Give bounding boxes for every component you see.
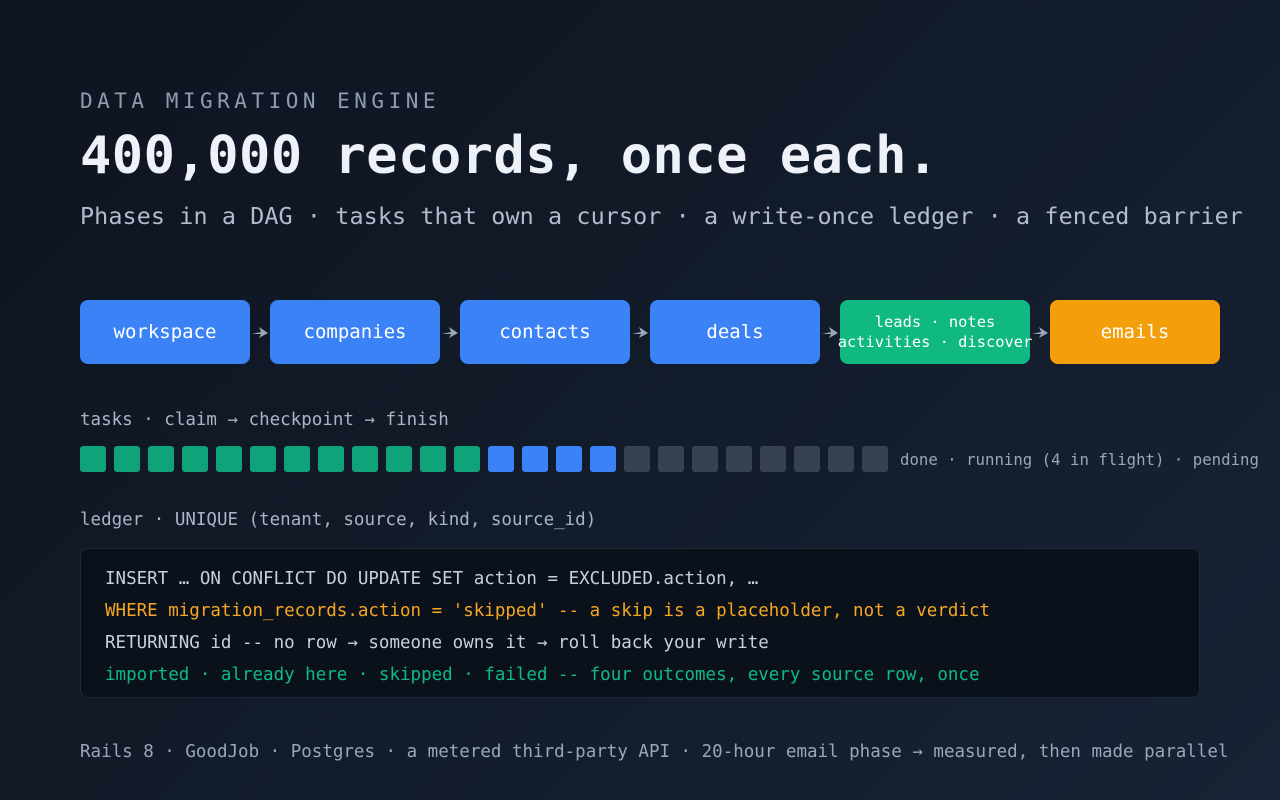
task-pending: [862, 446, 888, 472]
page: DATA MIGRATION ENGINE 400,000 records, o…: [80, 0, 1280, 800]
task-pending: [760, 446, 786, 472]
task-pending: [658, 446, 684, 472]
tasks-label: tasks · claim → checkpoint → finish: [80, 410, 449, 430]
arrow-right-icon: [250, 324, 270, 340]
task-running: [522, 446, 548, 472]
phase-deals[interactable]: deals: [650, 300, 820, 364]
phase-workspace[interactable]: workspace: [80, 300, 250, 364]
phase-dag: workspace companies contacts deals leads…: [80, 300, 1220, 364]
task-done: [454, 446, 480, 472]
phase-emails[interactable]: emails: [1050, 300, 1220, 364]
task-grid: [80, 446, 896, 472]
phase-label-line1: leads · notes: [874, 313, 996, 331]
task-running: [488, 446, 514, 472]
phase-companies[interactable]: companies: [270, 300, 440, 364]
task-pending: [794, 446, 820, 472]
ledger-label: ledger · UNIQUE (tenant, source, kind, s…: [80, 510, 597, 530]
phase-leads-notes-activities[interactable]: leads · notes activities · discover: [837, 300, 1033, 364]
eyebrow: DATA MIGRATION ENGINE: [80, 89, 441, 113]
task-done: [318, 446, 344, 472]
phase-contacts[interactable]: contacts: [460, 300, 630, 364]
arrow-right-icon: [630, 324, 650, 340]
task-running: [590, 446, 616, 472]
task-legend: done · running (4 in flight) · pending: [900, 450, 1259, 469]
page-title: 400,000 records, once each.: [80, 126, 939, 186]
task-done: [352, 446, 378, 472]
page-subtitle: Phases in a DAG · tasks that own a curso…: [80, 202, 1243, 230]
task-pending: [726, 446, 752, 472]
task-pending: [624, 446, 650, 472]
task-done: [80, 446, 106, 472]
task-done: [420, 446, 446, 472]
task-done: [148, 446, 174, 472]
code-line-where: WHERE migration_records.action = 'skippe…: [105, 601, 991, 621]
code-line-outcomes: imported · already here · skipped · fail…: [105, 665, 980, 685]
arrow-right-icon: [440, 324, 460, 340]
task-done: [114, 446, 140, 472]
arrow-right-icon: [1030, 324, 1050, 340]
task-done: [386, 446, 412, 472]
task-done: [182, 446, 208, 472]
task-done: [216, 446, 242, 472]
footer-tech-stack: Rails 8 · GoodJob · Postgres · a metered…: [80, 742, 1229, 762]
code-line-returning: RETURNING id -- no row → someone owns it…: [105, 633, 769, 653]
task-done: [284, 446, 310, 472]
phase-label-line2: activities · discover: [837, 333, 1033, 351]
code-block: INSERT … ON CONFLICT DO UPDATE SET actio…: [80, 548, 1200, 698]
task-done: [250, 446, 276, 472]
task-running: [556, 446, 582, 472]
code-line-insert: INSERT … ON CONFLICT DO UPDATE SET actio…: [105, 569, 759, 589]
task-pending: [692, 446, 718, 472]
task-pending: [828, 446, 854, 472]
